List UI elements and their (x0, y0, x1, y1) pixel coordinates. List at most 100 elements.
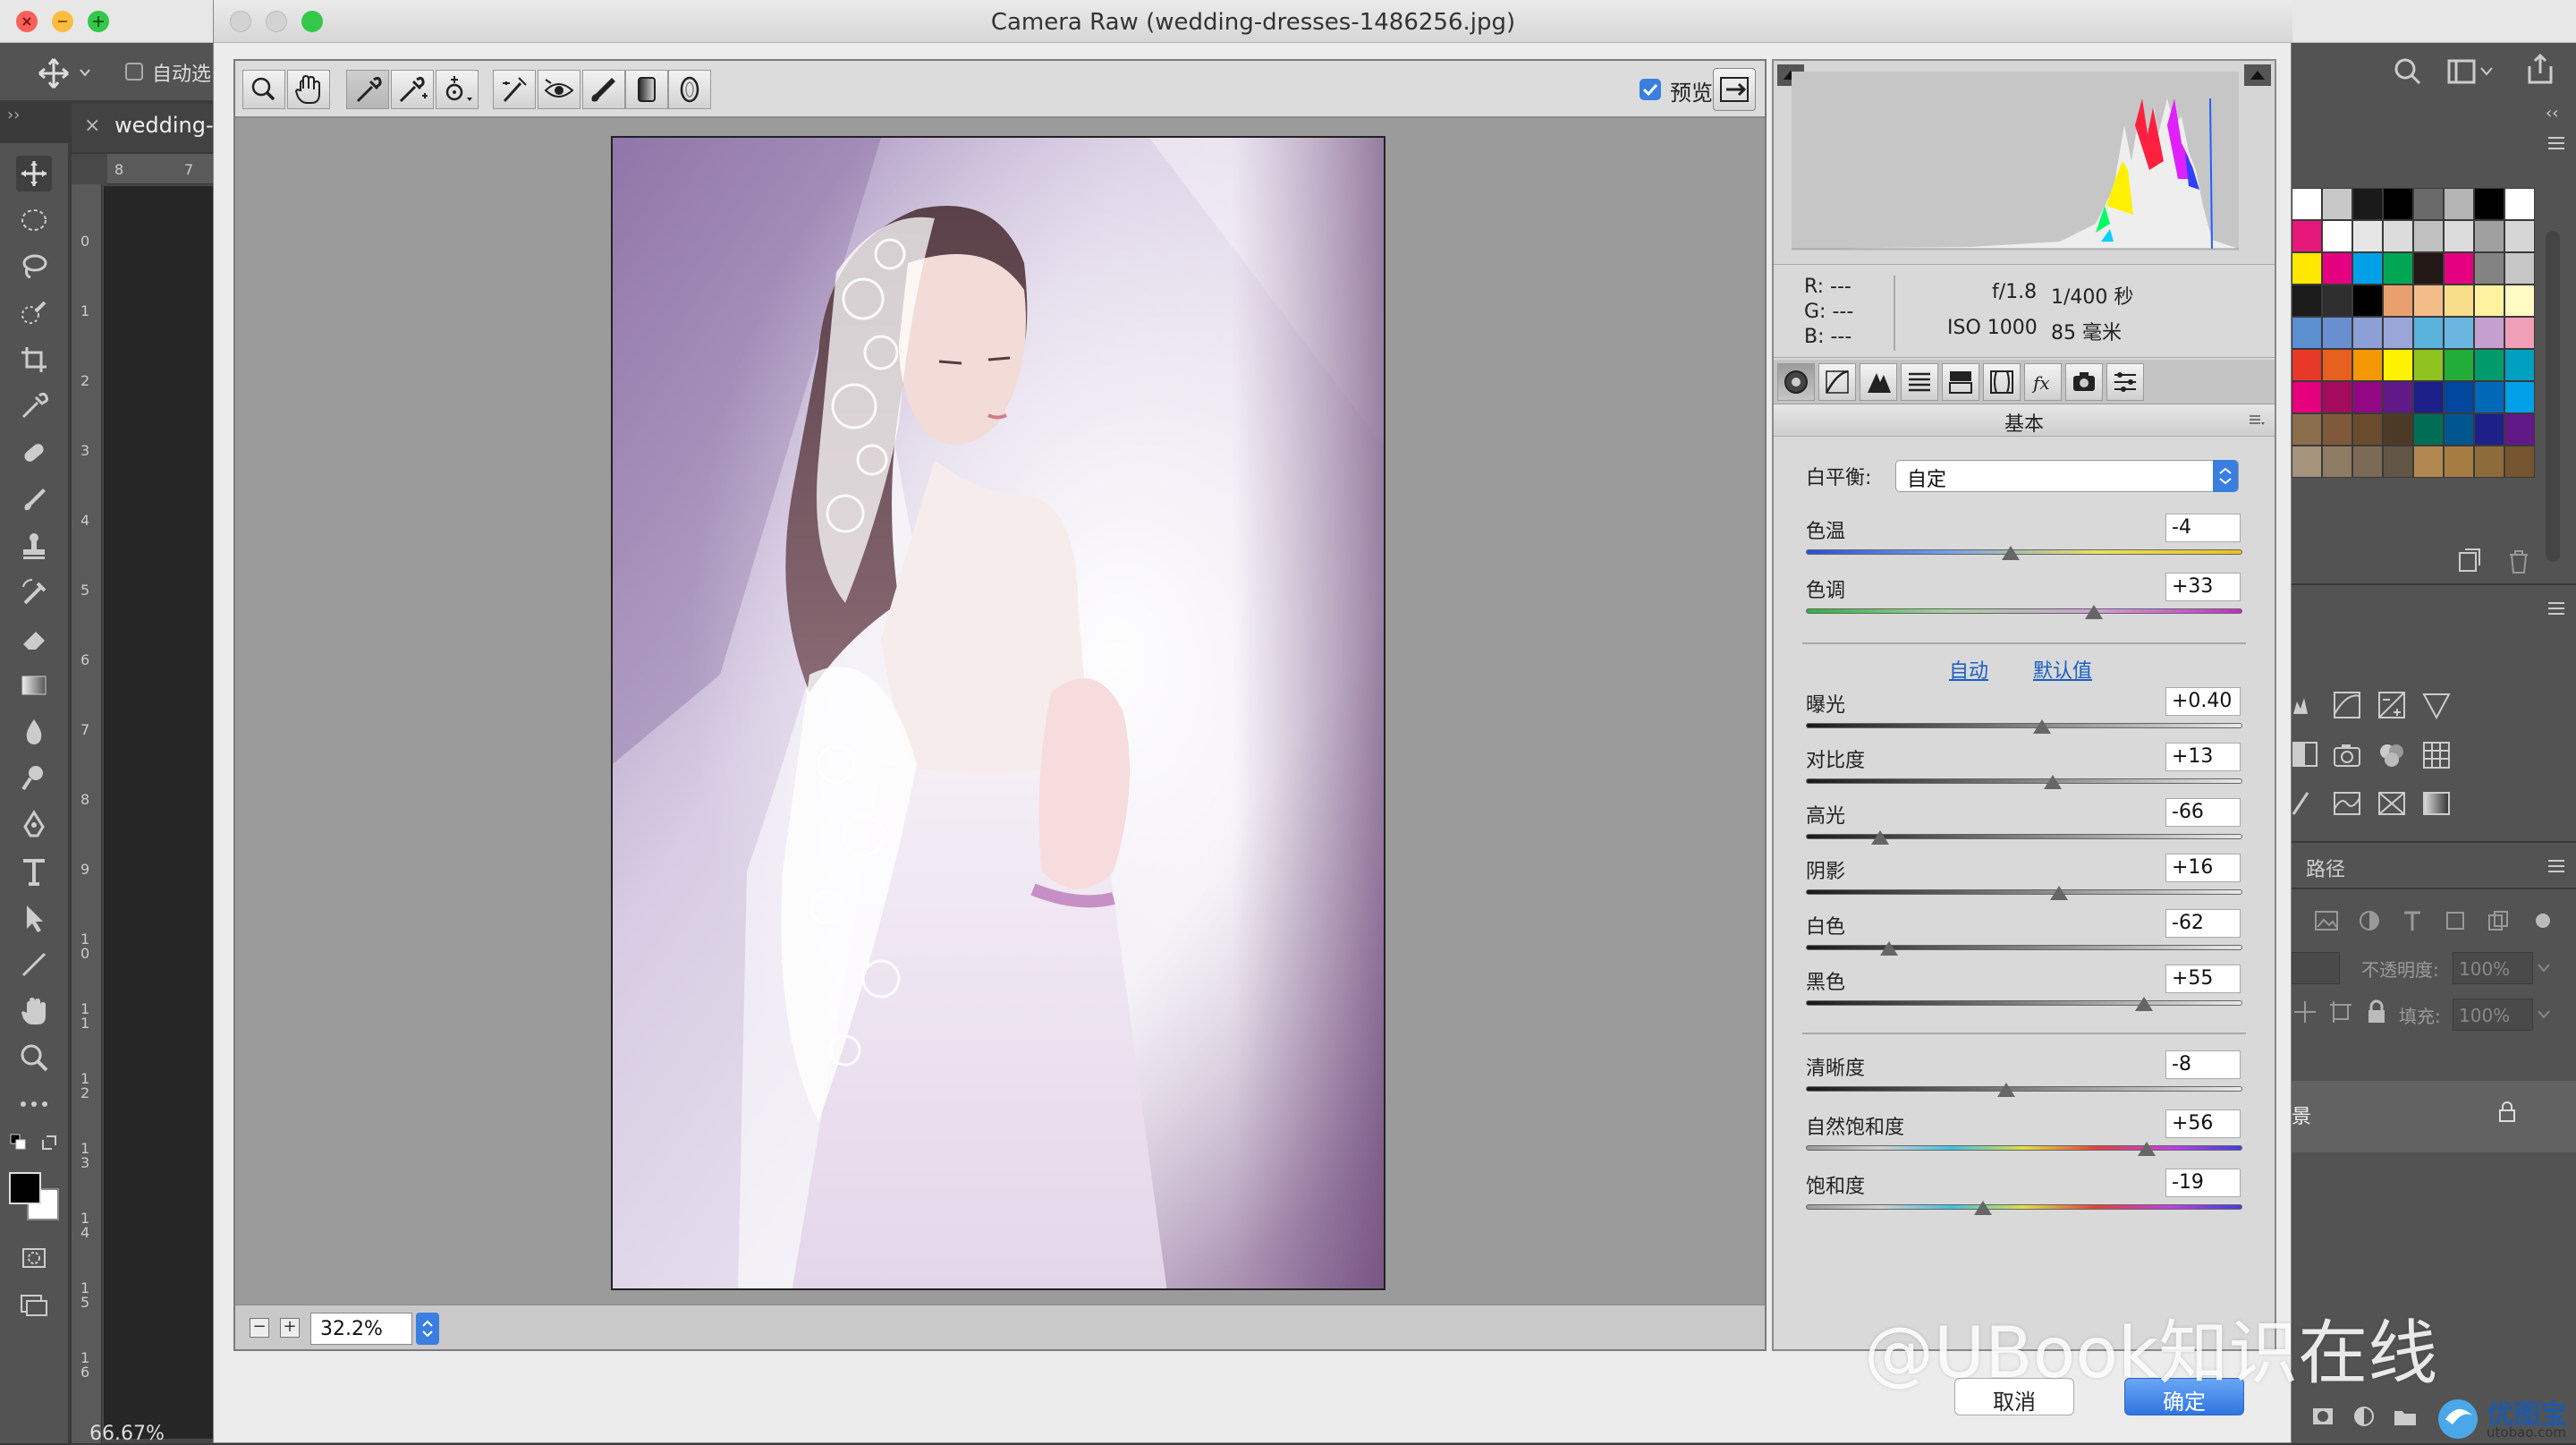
levels-adjustment-icon[interactable] (2292, 689, 2309, 721)
new-group-icon[interactable] (2392, 1403, 2419, 1430)
blend-mode-select[interactable] (2292, 952, 2340, 984)
filter-adjustment-icon[interactable] (2356, 907, 2383, 934)
pen-tool-icon[interactable] (16, 807, 52, 843)
color-swatch[interactable] (2474, 381, 2504, 413)
panel-menu-icon[interactable] (2546, 855, 2567, 877)
lasso-tool-icon[interactable] (16, 249, 52, 285)
color-swatch[interactable] (2383, 285, 2413, 317)
slider-thumb[interactable] (2043, 775, 2062, 789)
slider-track[interactable] (1806, 1204, 2242, 1210)
hsl-tab-icon[interactable] (1901, 363, 1938, 401)
lock-artboard-icon[interactable] (2327, 999, 2354, 1025)
eraser-tool-icon[interactable] (16, 621, 52, 657)
zoom-out-button[interactable]: − (250, 1318, 269, 1338)
color-swatch[interactable] (2322, 413, 2352, 446)
lens-corrections-tab-icon[interactable] (1983, 363, 2021, 401)
presets-tab-icon[interactable] (2106, 363, 2144, 401)
tone-curve-tab-icon[interactable] (1818, 363, 1856, 401)
eyedropper-tool-icon[interactable] (16, 388, 52, 424)
radial-filter-icon[interactable] (668, 70, 711, 109)
color-swatch[interactable] (2504, 252, 2535, 285)
color-swatch[interactable] (2444, 220, 2474, 252)
slider-thumb[interactable] (2085, 605, 2104, 619)
line-tool-icon[interactable] (16, 947, 52, 982)
zoom-in-button[interactable]: + (280, 1318, 300, 1338)
slider-value-field[interactable]: -66 (2165, 798, 2241, 827)
clone-stamp-tool-icon[interactable] (16, 528, 52, 564)
slider-thumb[interactable] (2002, 546, 2021, 560)
chevron-down-icon[interactable] (2535, 1006, 2553, 1024)
color-swatch[interactable] (2444, 446, 2474, 478)
slider-value-field[interactable]: +13 (2165, 743, 2241, 771)
color-swatch[interactable] (2474, 413, 2504, 446)
color-swatch[interactable] (2322, 317, 2352, 349)
detail-tab-icon[interactable] (1860, 363, 1897, 401)
default-colors-icon[interactable] (9, 1133, 29, 1152)
foreground-color-swatch[interactable] (9, 1172, 41, 1204)
white-balance-select[interactable]: 自定 (1895, 460, 2239, 492)
default-button[interactable]: 默认值 (2033, 655, 2092, 684)
color-swatch[interactable] (2474, 220, 2504, 252)
slider-value-field[interactable]: -62 (2165, 909, 2241, 938)
type-tool-icon[interactable] (16, 854, 52, 889)
color-swatch[interactable] (2352, 446, 2383, 478)
panel-menu-icon[interactable] (2248, 412, 2266, 428)
gradient-map-adjustment-icon[interactable] (2420, 787, 2453, 820)
filter-image-icon[interactable] (2313, 907, 2340, 934)
paths-tab[interactable]: 路径 (2306, 854, 2345, 882)
color-swatch[interactable] (2474, 285, 2504, 317)
color-swatch[interactable] (2383, 381, 2413, 413)
slider-track[interactable] (1806, 608, 2242, 614)
color-swatch[interactable] (2383, 252, 2413, 285)
color-lookup-adjustment-icon[interactable] (2420, 739, 2453, 771)
color-swatch[interactable] (2352, 252, 2383, 285)
zoom-stepper[interactable] (416, 1313, 439, 1345)
color-swatch[interactable] (2292, 349, 2322, 381)
color-swatch[interactable] (2322, 381, 2352, 413)
color-swatch[interactable] (2413, 317, 2444, 349)
color-swatch[interactable] (2352, 220, 2383, 252)
slider-track[interactable] (1806, 778, 2242, 784)
highlight-clipping-icon[interactable] (2244, 64, 2271, 86)
delete-swatch-icon[interactable] (2503, 546, 2535, 578)
color-swatch[interactable] (2444, 317, 2474, 349)
color-swatch[interactable] (2292, 446, 2322, 478)
slider-thumb[interactable] (2137, 1142, 2156, 1156)
color-swatch[interactable] (2383, 220, 2413, 252)
color-swatch[interactable] (2322, 349, 2352, 381)
zoom-tool-icon[interactable] (16, 1040, 52, 1075)
move-tool-icon[interactable] (16, 156, 52, 191)
exposure-adjustment-icon[interactable] (2376, 689, 2408, 721)
color-swatch[interactable] (2352, 381, 2383, 413)
color-swatch[interactable] (2504, 220, 2535, 252)
history-brush-tool-icon[interactable] (16, 574, 52, 610)
new-adjustment-layer-icon[interactable] (2351, 1403, 2377, 1430)
color-swatch[interactable] (2352, 413, 2383, 446)
channel-mixer-adjustment-icon[interactable] (2376, 739, 2408, 771)
color-swatch[interactable] (2413, 220, 2444, 252)
color-swatch[interactable] (2383, 446, 2413, 478)
brush-tool-icon[interactable] (16, 481, 52, 517)
panel-menu-icon[interactable] (2546, 598, 2567, 619)
camera-calibration-tab-icon[interactable] (2065, 363, 2103, 401)
color-swatch[interactable] (2413, 252, 2444, 285)
graduated-filter-icon[interactable] (625, 70, 668, 109)
adjustment-brush-icon[interactable] (582, 70, 625, 109)
color-swatch[interactable] (2352, 285, 2383, 317)
color-swatch[interactable] (2292, 285, 2322, 317)
fill-field[interactable]: 100% (2453, 999, 2533, 1031)
color-swatch[interactable] (2292, 381, 2322, 413)
color-swatch[interactable] (2444, 188, 2474, 220)
vibrance-adjustment-icon[interactable] (2420, 689, 2453, 721)
slider-thumb[interactable] (2135, 997, 2154, 1011)
color-swatch[interactable] (2444, 285, 2474, 317)
slider-value-field[interactable]: -4 (2165, 514, 2241, 542)
preview-photo[interactable] (611, 136, 1385, 1290)
layer-row-background[interactable]: 景 (2292, 1081, 2576, 1152)
filter-shape-icon[interactable] (2442, 907, 2469, 934)
slider-value-field[interactable]: -8 (2165, 1050, 2241, 1079)
color-swatch[interactable] (2383, 317, 2413, 349)
share-icon[interactable] (2522, 52, 2558, 88)
crop-tool-icon[interactable] (16, 342, 52, 378)
color-swatch[interactable] (2352, 317, 2383, 349)
